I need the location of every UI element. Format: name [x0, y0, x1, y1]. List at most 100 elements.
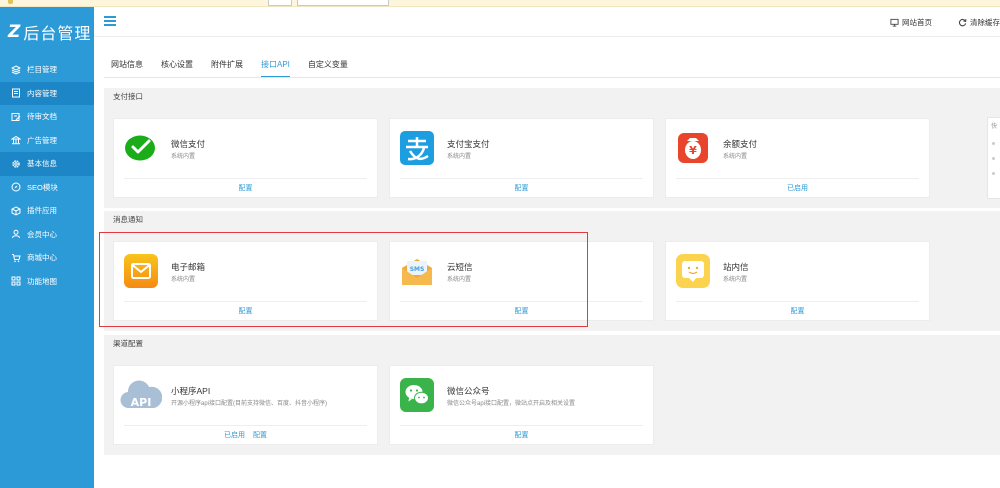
card-divider	[676, 178, 919, 179]
sidebar-item-label: 功能地图	[27, 276, 57, 286]
tab-api[interactable]: 接口API	[261, 55, 290, 77]
configure-link[interactable]: 配置	[253, 432, 267, 439]
sidebar-item-ads[interactable]: 广告管理	[0, 129, 94, 153]
site-home-label: 网站首页	[902, 17, 932, 27]
sidebar-item-label: 会员中心	[27, 229, 57, 239]
enabled-status-link[interactable]: 已启用	[787, 185, 808, 192]
clear-cache-label: 清除缓存	[970, 17, 1000, 27]
tab-divider	[104, 77, 1000, 78]
layers-icon	[11, 65, 21, 75]
balance-icon: ¥	[676, 131, 710, 165]
sidebar-item-label: 基本信息	[27, 159, 57, 169]
card-wechat-pay: 微信支付 系统内置 配置	[113, 118, 378, 198]
api-cloud-icon: API	[120, 376, 163, 414]
wechat-official-icon	[400, 378, 434, 412]
card-title: 微信公众号	[447, 386, 490, 396]
sidebar-item-label: 广告管理	[27, 135, 57, 145]
sidebar-item-sitemap[interactable]: 功能地图	[0, 270, 94, 294]
sidebar-item-label: SEO模块	[27, 182, 58, 192]
logo-text: 后台管理	[23, 26, 92, 43]
card-alipay: 支付宝支付 系统内置 配置	[389, 118, 654, 198]
grid-icon	[11, 276, 21, 286]
card-footer: 配置	[390, 183, 653, 193]
sidebar-item-label: 插件应用	[27, 206, 57, 216]
card-title: 余额支付	[723, 139, 758, 149]
sidebar-item-pending[interactable]: 待审文档	[0, 105, 94, 129]
card-subtitle: 系统内置	[723, 154, 748, 160]
enabled-status-link[interactable]: 已启用	[224, 432, 245, 439]
sidebar-item-seo[interactable]: SEO模块	[0, 176, 94, 200]
notification-dot	[8, 0, 13, 4]
tab-custom-vars[interactable]: 自定义变量	[308, 55, 348, 77]
section-title: 渠道配置	[113, 339, 143, 348]
logo-mark: Z	[8, 22, 21, 42]
card-footer: 配置	[666, 306, 929, 316]
notification-input[interactable]	[297, 0, 389, 6]
card-balance-pay: ¥ 余额支付 系统内置 已启用	[665, 118, 930, 198]
card-divider	[400, 178, 643, 179]
section-title: 消息通知	[113, 215, 143, 224]
sidebar-item-column[interactable]: 栏目管理	[0, 58, 94, 82]
configure-link[interactable]: 配置	[791, 308, 805, 315]
card-divider	[676, 301, 919, 302]
svg-text:¥: ¥	[689, 144, 697, 157]
quick-panel-title: 快	[991, 124, 998, 130]
card-title: 站内信	[723, 262, 749, 272]
quick-panel-dot	[992, 172, 995, 175]
sidebar-item-members[interactable]: 会员中心	[0, 223, 94, 247]
compass-icon	[11, 182, 21, 192]
cube-icon	[11, 206, 21, 216]
card-divider	[124, 178, 367, 179]
tab-bar: 网站信息 核心设置 附件扩展 接口API 自定义变量	[111, 55, 366, 77]
site-message-icon	[676, 254, 710, 288]
alipay-icon	[400, 131, 434, 165]
notification-button[interactable]	[268, 0, 292, 6]
sidebar-item-plugins[interactable]: 插件应用	[0, 199, 94, 223]
clear-cache-link[interactable]: 清除缓存	[958, 17, 1000, 28]
edit-document-icon	[11, 112, 21, 122]
wechat-pay-icon	[124, 131, 158, 165]
logo[interactable]: Z 后台管理	[0, 7, 94, 57]
sidebar-item-label: 商城中心	[27, 253, 57, 263]
tab-site-info[interactable]: 网站信息	[111, 55, 143, 77]
configure-link[interactable]: 配置	[515, 432, 529, 439]
user-icon	[11, 229, 21, 239]
sidebar-item-content[interactable]: 内容管理	[0, 81, 94, 105]
sidebar-menu: 栏目管理 内容管理 待审文档 广告管理 基本信息 SEO模块 插件应用 会员中心…	[0, 58, 94, 293]
document-icon	[11, 88, 21, 98]
quick-panel-dot	[992, 142, 995, 145]
tab-core-settings[interactable]: 核心设置	[161, 55, 193, 77]
refresh-icon	[958, 18, 967, 26]
cart-icon	[11, 253, 21, 263]
card-divider	[400, 425, 643, 426]
card-subtitle: 微信公众号api接口配置，微站点开启及相关设置	[447, 401, 576, 407]
card-site-message: 站内信 系统内置 配置	[665, 241, 930, 321]
bank-icon	[11, 135, 21, 145]
sidebar: Z 后台管理 栏目管理 内容管理 待审文档 广告管理 基本信息 SEO模块 插件…	[0, 7, 94, 488]
configure-link[interactable]: 配置	[515, 185, 529, 192]
card-footer: 已启用 配置	[114, 430, 377, 440]
browser-notification-strip	[0, 0, 1000, 7]
card-subtitle: 开源小程序api接口配置(目前支持微信、百度、抖音小程序)	[171, 401, 328, 407]
card-title: 支付宝支付	[447, 139, 490, 149]
tab-attachments[interactable]: 附件扩展	[211, 55, 243, 77]
highlight-box	[99, 232, 588, 327]
quick-panel[interactable]: 快	[987, 117, 1000, 199]
configure-link[interactable]: 配置	[239, 185, 253, 192]
top-header: 网站首页 清除缓存	[94, 7, 1000, 37]
section-payment-header: 支付接口	[104, 88, 1000, 105]
site-home-link[interactable]: 网站首页	[890, 17, 932, 28]
sidebar-item-label: 待审文档	[27, 112, 57, 122]
sidebar-item-shop[interactable]: 商城中心	[0, 246, 94, 270]
sidebar-item-basic-info[interactable]: 基本信息	[0, 152, 94, 176]
card-title: 小程序API	[171, 386, 211, 396]
section-notify-header: 消息通知	[104, 211, 1000, 228]
svg-text:API: API	[131, 396, 152, 409]
card-footer: 已启用	[666, 183, 929, 193]
section-channel-header: 渠道配置	[104, 335, 1000, 352]
card-divider	[124, 425, 367, 426]
card-subtitle: 系统内置	[447, 154, 472, 160]
card-subtitle: 系统内置	[723, 277, 748, 283]
menu-toggle-icon[interactable]	[104, 16, 116, 26]
card-miniprogram-api: API 小程序API 开源小程序api接口配置(目前支持微信、百度、抖音小程序)…	[113, 365, 378, 445]
